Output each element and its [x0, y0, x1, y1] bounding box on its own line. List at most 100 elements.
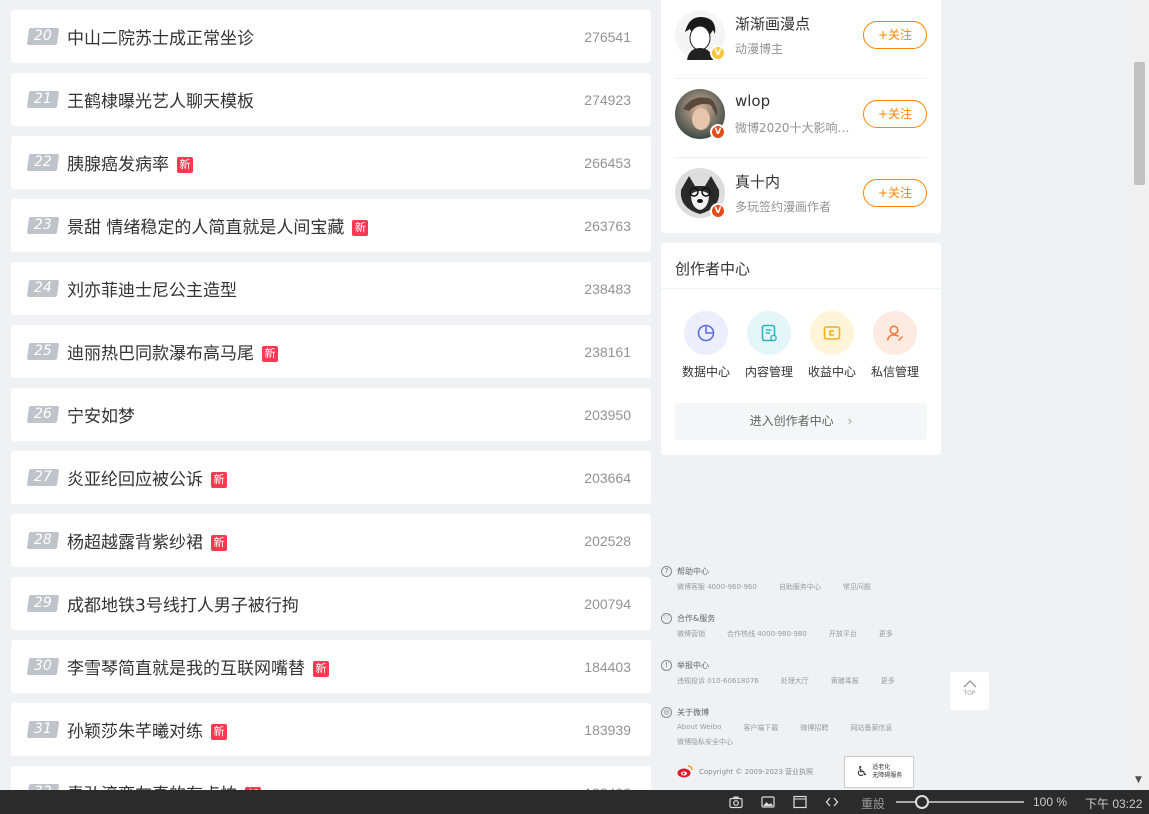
hot-search-row[interactable]: 28 杨超越露背紫纱裙新 202528 — [11, 514, 651, 567]
follow-button[interactable]: +关注 — [863, 179, 927, 207]
hot-search-row[interactable]: 23 景甜 情绪稳定的人简直就是人间宝藏新 263763 — [11, 199, 651, 252]
creator-item-data-center[interactable]: 数据中心 — [676, 311, 736, 380]
image-icon[interactable] — [761, 795, 775, 809]
rank-badge: 25 — [26, 343, 60, 360]
hot-search-title-text[interactable]: 成都地铁3号线打人男子被行拘 — [67, 596, 299, 616]
hot-search-row[interactable]: 21 王鹤棣曝光艺人聊天模板 274923 — [11, 73, 651, 126]
rank-badge: 29 — [26, 595, 60, 612]
footer-link[interactable]: 黄赌毒报 — [831, 676, 859, 686]
hot-search-row[interactable]: 30 李雪琴简直就是我的互联网嘴替新 184403 — [11, 640, 651, 693]
footer-group-about: ◎ 关于微博 About Weibo 客户端下载 微博招聘 网站备案信息 微博隐私… — [661, 707, 941, 751]
back-to-top-button[interactable]: TOP — [950, 672, 989, 710]
enter-creator-center-button[interactable]: 进入创作者中心 › — [675, 403, 927, 440]
hot-search-title[interactable]: 景甜 情绪稳定的人简直就是人间宝藏新 — [67, 213, 369, 238]
vertical-scrollbar[interactable]: ▼ — [1131, 0, 1149, 790]
code-icon[interactable] — [825, 795, 839, 809]
zoom-reset-button[interactable]: 重設 — [861, 795, 885, 812]
hot-search-title-text[interactable]: 王鹤棣曝光艺人聊天模板 — [67, 92, 254, 112]
user-name[interactable]: 真十内 — [735, 171, 780, 192]
hot-search-title[interactable]: 宁安如梦 — [67, 402, 135, 427]
footer-link[interactable]: 合作热线 4000-980-980 — [727, 629, 807, 639]
scrollbar-thumb[interactable] — [1134, 62, 1145, 185]
hot-search-row[interactable]: 31 孙颖莎朱芊曦对练新 183939 — [11, 703, 651, 756]
hot-search-row[interactable]: 24 刘亦菲迪士尼公主造型 238483 — [11, 262, 651, 315]
hot-search-title-text[interactable]: 炎亚纶回应被公诉 — [67, 470, 203, 490]
hot-search-title-text[interactable]: 中山二院苏士成正常坐诊 — [67, 29, 254, 49]
hot-search-title-text[interactable]: 胰腺癌发病率 — [67, 155, 169, 175]
footer-link[interactable]: 客户端下载 — [743, 723, 778, 733]
hot-search-title-text[interactable]: 刘亦菲迪士尼公主造型 — [67, 281, 237, 301]
hot-search-row[interactable]: 20 中山二院苏士成正常坐诊 276541 — [11, 10, 651, 63]
follow-button[interactable]: +关注 — [863, 100, 927, 128]
creator-item-label: 数据中心 — [681, 365, 730, 379]
footer-link[interactable]: 开放平台 — [829, 629, 857, 639]
hot-search-count: 200794 — [584, 595, 631, 612]
hot-search-title[interactable]: 青弘濠弈友真的有点怕新 — [67, 780, 261, 790]
rank-badge: 22 — [26, 154, 60, 171]
verified-badge-icon: V — [710, 45, 726, 61]
hot-search-title-text[interactable]: 宁安如梦 — [67, 407, 135, 427]
creator-center-title: 创作者中心 — [675, 260, 751, 278]
footer-link[interactable]: 处理大厅 — [781, 676, 809, 686]
footer-link[interactable]: About Weibo — [677, 723, 721, 733]
hot-search-row[interactable]: 27 炎亚纶回应被公诉新 203664 — [11, 451, 651, 504]
accessibility-service-button[interactable]: ♿ 适老化 无障碍服务 — [844, 756, 914, 788]
hot-search-title-text[interactable]: 李雪琴简直就是我的互联网嘴替 — [67, 659, 305, 679]
creator-item-messages[interactable]: 私信管理 — [865, 311, 925, 380]
creator-item-content[interactable]: 内容管理 — [739, 311, 799, 380]
hot-search-title[interactable]: 孙颖莎朱芊曦对练新 — [67, 717, 227, 742]
rank-number: 29 — [34, 595, 52, 611]
hot-search-title[interactable]: 中山二院苏士成正常坐诊 — [67, 24, 254, 49]
footer-link[interactable]: 微博招聘 — [800, 723, 828, 733]
hot-search-title[interactable]: 炎亚纶回应被公诉新 — [67, 465, 227, 490]
hot-search-row[interactable]: 26 宁安如梦 203950 — [11, 388, 651, 441]
hot-search-title[interactable]: 李雪琴简直就是我的互联网嘴替新 — [67, 654, 329, 679]
hot-search-title[interactable]: 迪丽热巴同款瀑布高马尾新 — [67, 339, 278, 364]
footer-link[interactable]: 网站备案信息 — [850, 723, 892, 733]
zoom-slider-handle[interactable] — [914, 795, 929, 809]
hot-search-count: 203950 — [584, 406, 631, 423]
hot-search-title-text[interactable]: 孙颖莎朱芊曦对练 — [67, 722, 203, 742]
hot-search-title[interactable]: 杨超越露背紫纱裙新 — [67, 528, 227, 553]
hot-search-row[interactable]: 32青弘濠弈友真的有点怕新183402 — [11, 766, 651, 790]
hot-search-count: 238161 — [584, 343, 631, 360]
hot-search-title[interactable]: 成都地铁3号线打人男子被行拘 — [67, 591, 299, 616]
footer-link[interactable]: 常见问题 — [843, 582, 871, 592]
creator-item-earnings[interactable]: 收益中心 — [802, 311, 862, 380]
hot-search-row[interactable]: 25 迪丽热巴同款瀑布高马尾新 238161 — [11, 325, 651, 378]
follow-button[interactable]: +关注 — [863, 21, 927, 49]
scroll-down-arrow-icon[interactable]: ▼ — [1135, 775, 1142, 785]
avatar[interactable]: V — [675, 89, 726, 140]
rank-badge: 26 — [26, 406, 60, 423]
footer-link[interactable]: 更多 — [881, 676, 895, 686]
rank-number: 23 — [34, 217, 52, 233]
hot-search-row[interactable]: 22 胰腺癌发病率新 266453 — [11, 136, 651, 189]
hot-search-title-text[interactable]: 杨超越露背紫纱裙 — [67, 533, 203, 553]
suggested-user-row[interactable]: V wlop 微博2020十大影响力... +关注 — [675, 79, 927, 158]
user-name[interactable]: 渐渐画漫点 — [735, 13, 810, 34]
rank-number: 28 — [34, 532, 52, 548]
chevron-up-icon — [963, 680, 976, 688]
footer-link[interactable]: 更多 — [879, 629, 893, 639]
user-name[interactable]: wlop — [735, 92, 770, 110]
footer-link[interactable]: 微博营销 — [677, 629, 705, 639]
avatar[interactable]: V — [675, 168, 726, 219]
hot-search-title[interactable]: 王鹤棣曝光艺人聊天模板 — [67, 87, 254, 112]
suggested-user-row[interactable]: V 真十内 多玩签约漫画作者 +关注 — [675, 158, 927, 237]
help-icon: ? — [661, 566, 672, 577]
avatar[interactable]: V — [675, 10, 726, 61]
suggested-user-row[interactable]: V 渐渐画漫点 动漫博主 +关注 — [675, 0, 927, 79]
hot-search-title[interactable]: 刘亦菲迪士尼公主造型 — [67, 276, 237, 301]
footer-link[interactable]: 微博隐私安全中心 — [677, 737, 733, 747]
hot-search-title-text[interactable]: 迪丽热巴同款瀑布高马尾 — [67, 344, 254, 364]
footer-link[interactable]: 自助服务中心 — [779, 582, 821, 592]
hot-search-count: 276541 — [584, 28, 631, 45]
camera-icon[interactable] — [729, 795, 743, 809]
hot-search-row[interactable]: 29 成都地铁3号线打人男子被行拘 200794 — [11, 577, 651, 630]
window-icon[interactable] — [793, 795, 807, 809]
weibo-logo-icon — [677, 765, 693, 778]
footer-link[interactable]: 微博客服 4000-960-960 — [677, 582, 757, 592]
hot-search-title-text[interactable]: 景甜 情绪稳定的人简直就是人间宝藏 — [67, 218, 344, 238]
hot-search-title[interactable]: 胰腺癌发病率新 — [67, 150, 193, 175]
footer-link[interactable]: 违规投诉 010-60618076 — [677, 676, 759, 686]
